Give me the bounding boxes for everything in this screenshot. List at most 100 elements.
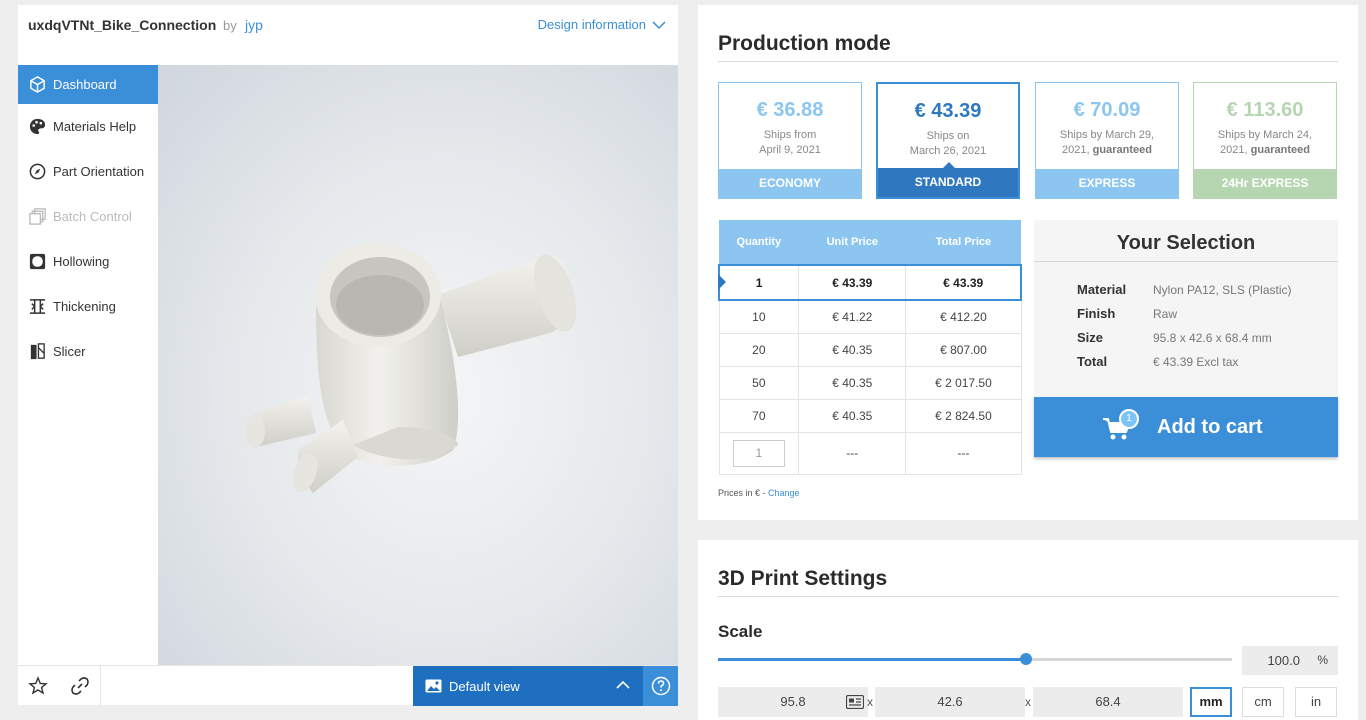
compass-icon: [28, 162, 47, 181]
total-row: Total € 43.39 Excl tax: [1077, 354, 1239, 369]
shipping-option-standard[interactable]: € 43.39 Ships on March 26, 2021 STANDARD: [876, 82, 1020, 199]
unit-price-cell: € 40.35: [798, 365, 907, 400]
table-row[interactable]: 50 € 40.35 € 2 017.50: [718, 365, 1022, 400]
dimension-separator: x: [1025, 695, 1031, 709]
quantity-price-table: Quantity Unit Price Total Price 1 € 43.3…: [718, 220, 1023, 475]
dimension-z-field[interactable]: 68.4: [1033, 687, 1183, 717]
nav-item-hollowing[interactable]: Hollowing: [18, 239, 158, 284]
nav-item-materials-help[interactable]: Materials Help: [18, 104, 158, 149]
add-to-cart-label: Add to cart: [1157, 416, 1263, 438]
nav-label: Slicer: [53, 344, 86, 359]
id-card-icon: [846, 695, 864, 709]
column-header: Total Price: [905, 220, 1021, 265]
help-button[interactable]: [643, 666, 678, 706]
dimension-y-field[interactable]: 42.6: [875, 687, 1025, 717]
nav-item-part-orientation[interactable]: Part Orientation: [18, 149, 158, 194]
option-description: Ships by March 24, 2021, guaranteed: [1217, 129, 1313, 156]
quantity-cell: 20: [718, 332, 800, 367]
nav-label: Part Orientation: [53, 164, 145, 179]
nav-item-slicer[interactable]: Slicer: [18, 329, 158, 374]
table-row[interactable]: 10 € 41.22 € 412.20: [718, 299, 1022, 334]
print-settings-card: 3D Print Settings Scale 100.0 % 95.8 x 4…: [698, 540, 1358, 720]
nav-item-dashboard[interactable]: Dashboard: [18, 65, 158, 104]
shipping-option-24hr-express[interactable]: € 113.60 Ships by March 24, 2021, guarant…: [1193, 82, 1337, 199]
table-row[interactable]: 20 € 40.35 € 807.00: [718, 332, 1022, 367]
unit-price-cell: € 43.39: [798, 264, 907, 301]
your-selection-panel: Your Selection Material Nylon PA12, SLS (…: [1034, 220, 1338, 397]
column-header: Quantity: [719, 220, 799, 265]
footer-divider: [100, 666, 101, 706]
cube-icon: [28, 75, 47, 94]
link-icon[interactable]: [70, 676, 90, 696]
option-price: € 43.39: [914, 100, 982, 122]
option-price: € 70.09: [1073, 99, 1141, 121]
production-mode-title: Production mode: [718, 32, 891, 55]
scale-slider[interactable]: [718, 653, 1232, 665]
option-description: Ships by March 29, 2021, guaranteed: [1059, 129, 1155, 156]
thicken-icon: [28, 297, 47, 316]
material-row: Material Nylon PA12, SLS (Plastic): [1077, 282, 1292, 297]
print-settings-title: 3D Print Settings: [718, 567, 888, 590]
cart-count-badge: 1: [1119, 409, 1139, 429]
total-price-cell: € 2 017.50: [905, 365, 1022, 400]
palette-icon: [28, 117, 47, 136]
scale-slider-handle[interactable]: [1020, 653, 1033, 665]
nav-label: Materials Help: [53, 119, 137, 134]
selected-row-arrow: [718, 274, 726, 290]
production-mode-card: Production mode € 36.88 Ships from April …: [698, 5, 1358, 520]
quantity-cell: [718, 431, 800, 475]
total-price-cell: € 807.00: [905, 332, 1022, 367]
design-panel: uxdqVTNt_Bike_Connection by jyp Design i…: [18, 5, 678, 706]
unit-cm-button[interactable]: cm: [1242, 687, 1284, 717]
unit-mm-button[interactable]: mm: [1190, 687, 1232, 717]
nav-item-batch-control: Batch Control: [18, 194, 158, 239]
finish-row: Finish Raw: [1077, 306, 1178, 321]
option-description: Ships on March 26, 2021: [909, 130, 987, 157]
custom-quantity-input[interactable]: [732, 439, 785, 467]
design-information-toggle[interactable]: Design information: [538, 17, 666, 32]
by-label: by: [223, 18, 237, 33]
scale-percent-value: 100.0: [1267, 653, 1300, 668]
hollow-square-icon: [28, 252, 47, 271]
viewer-footer: Default view: [18, 665, 678, 706]
title-divider: [718, 61, 1338, 62]
image-icon: [425, 679, 442, 693]
scale-label: Scale: [718, 622, 763, 641]
option-description: Ships from April 9, 2021: [759, 129, 821, 156]
design-title: uxdqVTNt_Bike_Connection: [28, 17, 217, 33]
chevron-down-icon: [652, 20, 666, 29]
bike-connection-model[interactable]: [158, 65, 678, 665]
scale-percent-field[interactable]: 100.0 %: [1242, 646, 1338, 675]
quantity-cell: 1: [718, 264, 800, 301]
total-price-cell: € 43.39: [905, 264, 1023, 301]
option-label: 24Hr EXPRESS: [1194, 169, 1336, 198]
your-selection-title: Your Selection: [1116, 232, 1256, 254]
option-label: ECONOMY: [719, 169, 861, 198]
option-label: STANDARD: [878, 168, 1018, 197]
total-price-cell: € 2 824.50: [905, 398, 1022, 433]
option-label: EXPRESS: [1036, 169, 1178, 198]
scale-slider-fill: [718, 658, 1027, 661]
unit-in-button[interactable]: in: [1295, 687, 1337, 717]
option-price: € 36.88: [756, 99, 824, 121]
star-icon[interactable]: [28, 676, 48, 696]
table-header-row: Quantity Unit Price Total Price: [719, 220, 1021, 265]
3d-viewer[interactable]: [158, 65, 678, 665]
author-link[interactable]: jyp: [245, 17, 263, 33]
shipping-option-economy[interactable]: € 36.88 Ships from April 9, 2021 ECONOMY: [718, 82, 862, 199]
nav-label: Thickening: [53, 299, 116, 314]
nav-item-thickening[interactable]: Thickening: [18, 284, 158, 329]
table-row[interactable]: 70 € 40.35 € 2 824.50: [718, 398, 1022, 433]
unit-price-cell: € 40.35: [798, 398, 907, 433]
shipping-option-express[interactable]: € 70.09 Ships by March 29, 2021, guarante…: [1035, 82, 1179, 199]
table-row[interactable]: 1 € 43.39 € 43.39: [718, 264, 1023, 301]
dimension-separator: x: [867, 695, 873, 709]
default-view-button[interactable]: Default view: [413, 666, 643, 706]
selection-divider: [1034, 261, 1338, 262]
unit-price-cell: € 41.22: [798, 299, 907, 334]
design-information-label: Design information: [537, 17, 646, 32]
title-divider: [718, 596, 1338, 597]
add-to-cart-button[interactable]: 1 Add to cart: [1034, 397, 1338, 457]
total-price-cell: ---: [905, 431, 1022, 475]
change-currency-link[interactable]: Change: [768, 488, 800, 498]
